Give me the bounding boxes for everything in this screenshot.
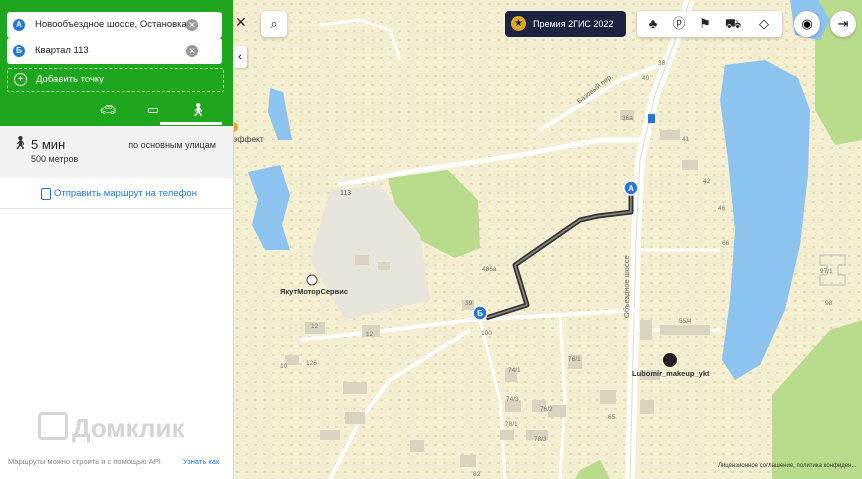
compass-button[interactable]: ◉ [794,11,820,37]
send-to-phone-label: Отправить маршрут на телефон [54,188,197,199]
house-logo-icon [38,412,68,440]
house-number: 98 [825,300,833,307]
collapse-panel-button[interactable]: ‹ [233,46,247,68]
award-banner[interactable]: ★ Премия 2ГИС 2022 [505,11,626,37]
house-number: 40 [642,75,650,82]
poi-label-lubomir[interactable]: Lubomir_makeup_ykt [632,369,710,378]
route-panel: А Новообъездное шоссе, Остановка ✕ Б Ква… [0,0,234,479]
house-number: 100 [481,330,492,337]
house-number: 82 [473,471,481,478]
point-b-input[interactable]: Квартал 113 [35,45,190,56]
house-number: 76/2 [540,406,553,413]
street-label-obezdnoe: Объездное шоссе [622,255,631,318]
search-button[interactable]: ⌕ [261,11,287,37]
marker-b-label: Б [477,309,483,318]
layers-icon[interactable]: ◇ [753,15,775,33]
house-number: 41 [682,136,690,143]
point-a-field[interactable]: А Новообъездное шоссе, Остановка ✕ [7,12,222,38]
route-note: по основным улицам [128,140,216,150]
selected-mode-indicator [160,122,222,125]
add-point-label: Добавить точку [36,74,104,85]
house-number: 38 [658,60,666,67]
house-number: 74/1 [508,367,521,374]
walk-icon: 🚶︎ [12,135,29,150]
route-form: А Новообъездное шоссе, Остановка ✕ Б Ква… [0,0,233,126]
route-distance: 500 метров [31,154,79,164]
route-summary[interactable]: 🚶︎ 5 мин 500 метров по основным улицам [0,126,233,178]
house-number: 66 [722,240,730,247]
route-time: 5 мин [31,137,66,152]
poi-lubomir-icon[interactable] [663,353,677,367]
house-number: 46 [718,205,726,212]
marker-a-label: А [628,184,634,193]
point-a-input[interactable]: Новообъездное шоссе, Остановка [35,19,190,30]
watermark-text: Домклик [72,413,185,443]
poi-label-effect[interactable]: эффект [233,134,264,144]
house-number: 74/3 [506,396,519,403]
layers-toolbar: ♣ ⓟ ⚑ ⛟ ◇ [637,11,782,37]
walk-icon: 🚶︎ [189,102,207,117]
login-icon: ⇥ [837,16,849,31]
bus-icon: ▭ [146,102,160,117]
close-button[interactable]: ✕ [235,14,249,34]
phone-icon [41,188,51,200]
house-number: 76/1 [568,356,581,363]
tree-icon[interactable]: ♣ [642,15,664,33]
house-number: 78/3 [534,436,547,443]
plus-icon: + [14,73,27,86]
search-icon: ⌕ [270,16,278,31]
house-number: 10 [280,363,288,370]
house-number: 486a [482,266,497,273]
house-number: 97/1 [820,268,833,275]
clear-b-icon[interactable]: ✕ [186,45,198,57]
point-b-badge: Б [13,45,25,57]
poi-label-yakut[interactable]: ЯкутМоторСервис [280,287,348,296]
learn-more-link[interactable]: Узнать как [183,457,219,466]
house-number: 78/1 [505,421,518,428]
point-a-badge: А [13,19,25,31]
add-point-button[interactable]: + Добавить точку [7,68,224,92]
watermark: Домклик [38,412,184,444]
clear-a-icon[interactable]: ✕ [186,19,198,31]
house-number: 42 [703,178,711,185]
house-number: 12 [311,323,319,330]
sign-icon[interactable]: ⚑ [694,15,716,33]
mode-bus-button[interactable]: ▭ [133,100,173,120]
house-number: 39 [465,300,473,307]
label-113: 113 [340,190,352,197]
house-number: 55/4 [679,318,692,325]
award-label: Премия 2ГИС 2022 [533,19,614,29]
parking-icon[interactable]: ⓟ [668,15,690,33]
legal-link[interactable]: Лицензионное соглашение, политика конфид… [718,463,856,469]
house-number: 126 [306,360,317,367]
house-number: 12 [366,331,374,338]
star-icon: ★ [511,16,526,31]
mode-car-button[interactable]: 🚗︎ [88,100,128,120]
swap-points-icon[interactable]: ⇅ [203,28,216,48]
house-number: 65 [608,414,616,421]
panel-footer: Маршруты можно строить и с помощью API У… [0,452,233,472]
car-traffic-icon[interactable]: ⛟ [722,15,744,33]
point-b-field[interactable]: Б Квартал 113 ✕ [7,38,222,64]
house-number: 36a [622,115,633,122]
send-to-phone-button[interactable]: Отправить маршрут на телефон [0,178,233,209]
api-text: Маршруты можно строить и с помощью API [8,457,161,466]
login-button[interactable]: ⇥ [830,11,856,37]
car-icon: 🚗︎ [99,102,117,117]
compass-icon: ◉ [801,16,813,31]
bus-stop-icon[interactable] [648,114,655,123]
mode-walk-button[interactable]: 🚶︎ [178,100,218,120]
poi-car-service-icon[interactable] [306,274,318,286]
